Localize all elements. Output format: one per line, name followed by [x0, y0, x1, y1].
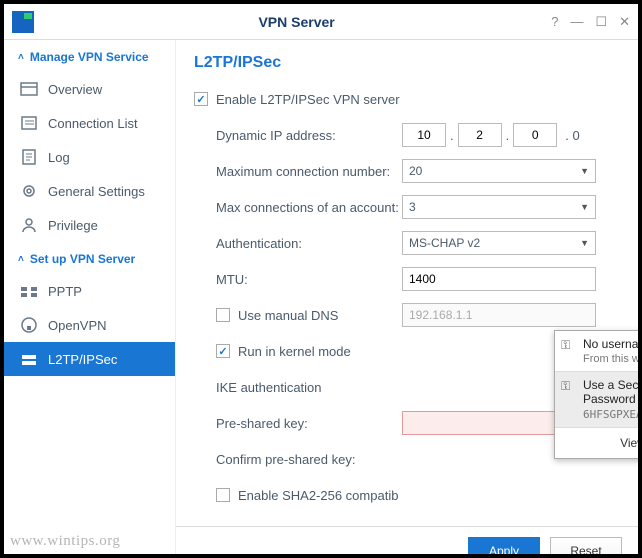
kernel-checkbox[interactable]	[216, 344, 230, 358]
mtu-row: MTU:	[216, 264, 620, 294]
minimize-button[interactable]: —	[570, 14, 583, 30]
openvpn-icon	[20, 316, 38, 334]
manualdns-label: Use manual DNS	[238, 308, 338, 323]
caret-down-icon: ▼	[580, 202, 589, 212]
sidebar-item-general-settings[interactable]: General Settings	[4, 174, 175, 208]
auth-row: Authentication: MS-CHAP v2 ▼	[216, 228, 620, 258]
dynamic-ip-label: Dynamic IP address:	[216, 128, 402, 143]
auth-label: Authentication:	[216, 236, 402, 251]
dynamic-ip-group: . . . 0	[402, 123, 580, 147]
enable-row: Enable L2TP/IPSec VPN server	[194, 84, 620, 114]
mtu-label: MTU:	[216, 272, 402, 287]
dot: .	[450, 128, 454, 143]
key-icon: ⚿	[561, 379, 570, 394]
sidebar-item-overview[interactable]: Overview	[4, 72, 175, 106]
app-icon	[12, 11, 34, 33]
sidebar-item-connection-list[interactable]: Connection List	[4, 106, 175, 140]
enable-label: Enable L2TP/IPSec VPN server	[216, 92, 400, 107]
ip-tail: . 0	[565, 128, 579, 143]
ip-octet-3[interactable]	[513, 123, 557, 147]
close-button[interactable]: ✕	[619, 14, 630, 30]
apply-button[interactable]: Apply	[468, 537, 540, 554]
sidebar-section-manage[interactable]: ˄ Manage VPN Service	[4, 40, 175, 72]
popup-title: No username (4/9/2021)	[583, 337, 638, 351]
sidebar-item-openvpn[interactable]: OpenVPN	[4, 308, 175, 342]
sidebar-section-label: Manage VPN Service	[30, 50, 149, 64]
confirm-psk-label: Confirm pre-shared key:	[216, 452, 402, 467]
sidebar-section-setup[interactable]: ˄ Set up VPN Server	[4, 242, 175, 274]
maxconn-row: Maximum connection number: 20 ▼	[216, 156, 620, 186]
enable-checkbox[interactable]	[194, 92, 208, 106]
sidebar-item-label: Privilege	[48, 218, 98, 233]
manualdns-checkbox[interactable]	[216, 308, 230, 322]
sidebar: ˄ Manage VPN Service Overview Connection…	[4, 40, 176, 554]
sha-checkbox[interactable]	[216, 488, 230, 502]
pptp-icon	[20, 282, 38, 300]
sidebar-item-privilege[interactable]: Privilege	[4, 208, 175, 242]
select-value: 20	[409, 164, 422, 178]
sidebar-item-label: General Settings	[48, 184, 145, 199]
sha-row: Enable SHA2-256 compatib	[216, 480, 620, 510]
ike-label: IKE authentication	[216, 380, 322, 395]
popup-item-generate[interactable]: ⚿ Use a Securely Generated Password 6HFS…	[555, 371, 638, 427]
psk-label: Pre-shared key:	[216, 416, 402, 431]
sidebar-item-label: L2TP/IPSec	[48, 352, 117, 367]
kernel-label: Run in kernel mode	[238, 344, 351, 359]
window-controls: ? — ☐ ✕	[551, 14, 630, 30]
ip-octet-1[interactable]	[402, 123, 446, 147]
list-icon	[20, 114, 38, 132]
popup-footer-label: View Saved Logins	[620, 436, 638, 450]
popup-view-saved-logins[interactable]: View Saved Logins	[555, 427, 638, 458]
chevron-up-icon: ˄	[18, 52, 24, 63]
titlebar: VPN Server ? — ☐ ✕	[4, 4, 638, 40]
sidebar-item-label: Log	[48, 150, 70, 165]
sidebar-item-label: Connection List	[48, 116, 138, 131]
help-button[interactable]: ?	[551, 14, 558, 30]
sidebar-item-label: Overview	[48, 82, 102, 97]
auth-select[interactable]: MS-CHAP v2 ▼	[402, 231, 596, 255]
window-title: VPN Server	[42, 14, 551, 30]
select-value: MS-CHAP v2	[409, 236, 480, 250]
gear-icon	[20, 182, 38, 200]
popup-generated-password: 6HFSGPXEAZSAxB7	[583, 408, 638, 421]
maxacct-row: Max connections of an account: 3 ▼	[216, 192, 620, 222]
manualdns-row: Use manual DNS	[216, 300, 620, 330]
sidebar-item-pptp[interactable]: PPTP	[4, 274, 175, 308]
sidebar-section-label: Set up VPN Server	[30, 252, 135, 266]
popup-item-saved[interactable]: ⚿ No username (4/9/2021) From this websi…	[555, 331, 638, 371]
overview-icon	[20, 80, 38, 98]
mtu-input[interactable]	[402, 267, 596, 291]
popup-subtitle: From this website	[583, 353, 638, 365]
popup-title: Use a Securely Generated Password	[583, 378, 638, 406]
manualdns-input	[402, 303, 596, 327]
app-window: VPN Server ? — ☐ ✕ ˄ Manage VPN Service …	[0, 0, 642, 558]
sidebar-item-log[interactable]: Log	[4, 140, 175, 174]
dot: .	[506, 128, 510, 143]
l2tp-icon	[20, 350, 38, 368]
maximize-button[interactable]: ☐	[595, 14, 607, 30]
select-value: 3	[409, 200, 416, 214]
caret-down-icon: ▼	[580, 166, 589, 176]
key-icon: ⚿	[561, 338, 570, 353]
reset-button[interactable]: Reset	[550, 537, 622, 554]
maxacct-select[interactable]: 3 ▼	[402, 195, 596, 219]
sidebar-item-label: PPTP	[48, 284, 82, 299]
main-panel: L2TP/IPSec Enable L2TP/IPSec VPN server …	[176, 40, 638, 554]
log-icon	[20, 148, 38, 166]
page-title: L2TP/IPSec	[194, 54, 620, 72]
maxconn-select[interactable]: 20 ▼	[402, 159, 596, 183]
sidebar-item-l2tp[interactable]: L2TP/IPSec	[4, 342, 175, 376]
sidebar-item-label: OpenVPN	[48, 318, 107, 333]
sha-label: Enable SHA2-256 compatib	[238, 488, 398, 503]
caret-down-icon: ▼	[580, 238, 589, 248]
password-suggestion-popup: ⚿ No username (4/9/2021) From this websi…	[554, 330, 638, 459]
user-icon	[20, 216, 38, 234]
chevron-up-icon: ˄	[18, 254, 24, 265]
maxacct-label: Max connections of an account:	[216, 200, 402, 215]
ip-octet-2[interactable]	[458, 123, 502, 147]
maxconn-label: Maximum connection number:	[216, 164, 402, 179]
button-bar: Apply Reset	[176, 526, 638, 554]
dynamic-ip-row: Dynamic IP address: . . . 0	[216, 120, 620, 150]
